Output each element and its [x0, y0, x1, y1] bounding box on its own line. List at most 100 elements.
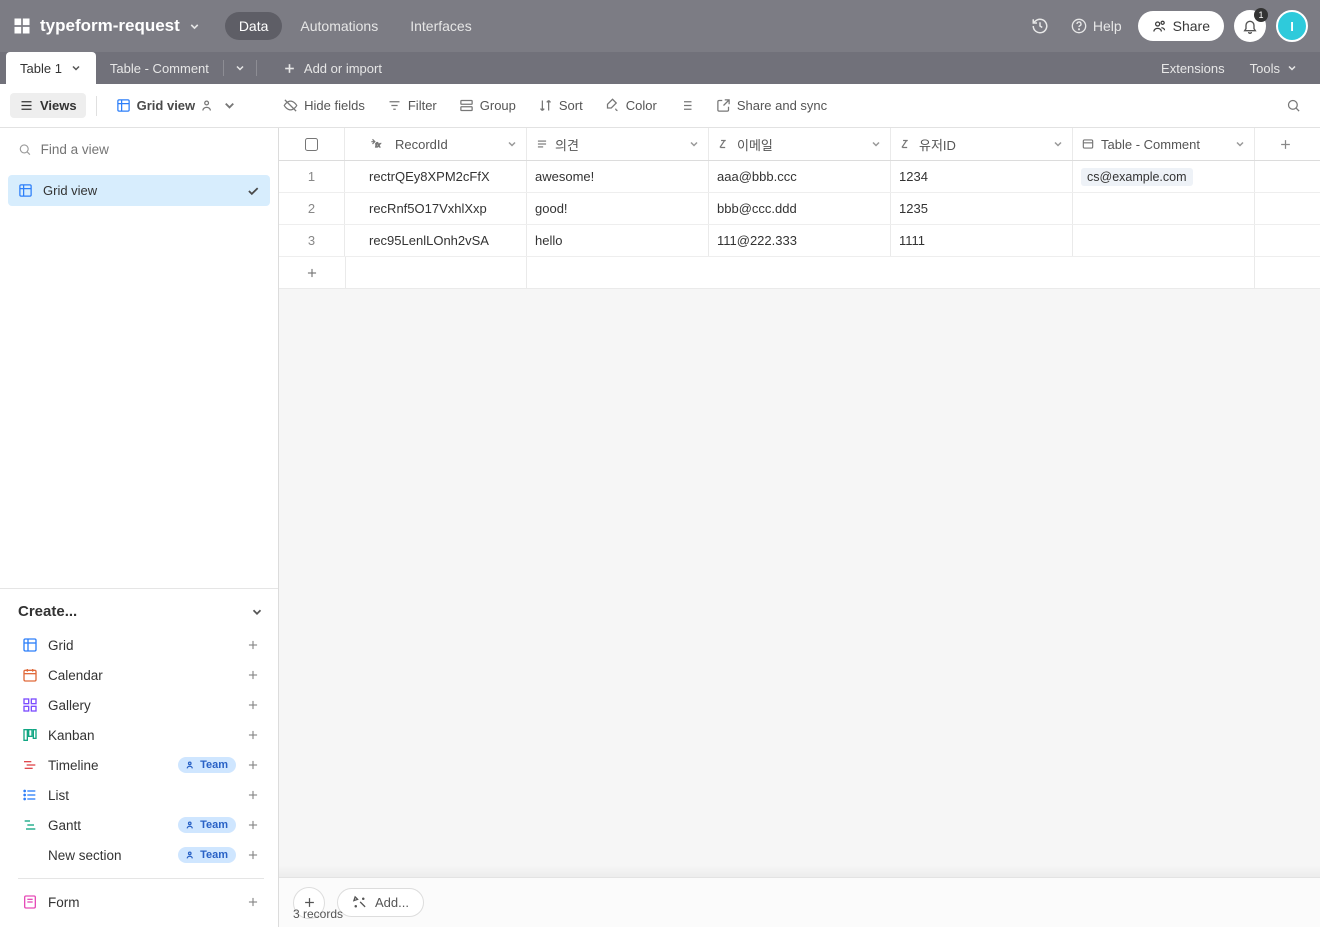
cell-comment[interactable] [1073, 193, 1255, 224]
svg-text:fx: fx [375, 142, 381, 149]
grid-icon [22, 637, 38, 653]
cell-userid[interactable]: 1234 [891, 161, 1073, 192]
views-sidebar: Grid view Create... GridCalendarGalleryK… [0, 128, 279, 927]
column-header-opinion[interactable]: 의견 [527, 128, 709, 160]
timeline-icon [22, 757, 38, 773]
cell-recordid[interactable]: rectrQEy8XPM2cFfX [345, 161, 527, 192]
add-menu-button[interactable]: Add... [337, 888, 424, 917]
base-name[interactable]: typeform-request [40, 16, 180, 36]
search-button[interactable] [1277, 93, 1310, 118]
cell-comment[interactable] [1073, 225, 1255, 256]
table-tab-active[interactable]: Table 1 [6, 52, 96, 84]
team-badge: Team [178, 817, 236, 833]
cell-opinion[interactable]: awesome! [527, 161, 709, 192]
form-icon [22, 894, 38, 910]
history-icon[interactable] [1025, 13, 1055, 39]
table-row[interactable]: 1rectrQEy8XPM2cFfXawesome!aaa@bbb.ccc123… [279, 161, 1320, 193]
chevron-down-icon [250, 605, 264, 619]
nav-tab-interfaces[interactable]: Interfaces [396, 12, 485, 40]
cell-opinion[interactable]: hello [527, 225, 709, 256]
app-header: typeform-request Data Automations Interf… [0, 0, 1320, 52]
plus-icon[interactable] [246, 895, 260, 909]
row-number[interactable]: 2 [279, 193, 345, 224]
filter-button[interactable]: Filter [378, 93, 446, 118]
grid-footer: Add... [279, 877, 1320, 927]
plus-icon[interactable] [246, 818, 260, 832]
sidebar-view-item[interactable]: Grid view [8, 175, 270, 206]
cell-recordid[interactable]: recRnf5O17VxhlXxp [345, 193, 527, 224]
help-button[interactable]: Help [1065, 14, 1128, 38]
extensions-button[interactable]: Extensions [1149, 61, 1237, 76]
cell-userid[interactable]: 1111 [891, 225, 1073, 256]
create-view-section: Create... GridCalendarGalleryKanbanTimel… [0, 588, 278, 927]
create-grid-row[interactable]: Grid [18, 630, 264, 660]
find-view-input[interactable] [0, 128, 278, 171]
cell-comment[interactable]: cs@example.com [1073, 161, 1255, 192]
column-header-email[interactable]: 이메일 [709, 128, 891, 160]
notification-badge: 1 [1254, 8, 1268, 22]
create-kanban-row[interactable]: Kanban [18, 720, 264, 750]
create-list-row[interactable]: List [18, 780, 264, 810]
cell-opinion[interactable]: good! [527, 193, 709, 224]
create-section-row[interactable]: New sectionTeam [18, 840, 264, 870]
column-header-userid[interactable]: 유저ID [891, 128, 1073, 160]
cell-email[interactable]: bbb@ccc.ddd [709, 193, 891, 224]
current-view-button[interactable]: Grid view [107, 93, 247, 118]
add-column-button[interactable] [1255, 128, 1315, 160]
row-number[interactable]: 1 [279, 161, 345, 192]
create-timeline-row[interactable]: TimelineTeam [18, 750, 264, 780]
cell-userid[interactable]: 1235 [891, 193, 1073, 224]
table-tab-more[interactable] [224, 52, 256, 84]
nav-tab-data[interactable]: Data [225, 12, 283, 40]
select-all-checkbox[interactable] [279, 128, 345, 160]
add-or-import-button[interactable]: Add or import [269, 52, 396, 84]
view-toolbar: Views Grid view Hide fields Filter Group… [0, 84, 1320, 128]
nav-tab-automations[interactable]: Automations [286, 12, 392, 40]
find-view-field[interactable] [41, 142, 260, 157]
share-button[interactable]: Share [1138, 11, 1224, 41]
cell-recordid[interactable]: rec95LenlLOnh2vSA [345, 225, 527, 256]
calendar-icon [22, 667, 38, 683]
grid-header-row: fx RecordId 의견 이메일 유저ID Table - [279, 128, 1320, 161]
list-icon [22, 787, 38, 803]
sort-button[interactable]: Sort [529, 93, 592, 118]
plus-icon[interactable] [246, 698, 260, 712]
group-button[interactable]: Group [450, 93, 525, 118]
base-logo-icon [12, 16, 32, 36]
gallery-icon [22, 697, 38, 713]
color-button[interactable]: Color [596, 93, 666, 118]
create-header[interactable]: Create... [18, 603, 264, 620]
notifications-button[interactable]: 1 [1234, 10, 1266, 42]
team-badge: Team [178, 757, 236, 773]
row-number[interactable]: 3 [279, 225, 345, 256]
tables-bar: Table 1 Table - Comment Add or import Ex… [0, 52, 1320, 84]
plus-icon[interactable] [246, 848, 260, 862]
cell-email[interactable]: 111@222.333 [709, 225, 891, 256]
column-header-recordid[interactable]: fx RecordId [345, 128, 527, 160]
plus-icon [305, 266, 319, 280]
table-tab[interactable]: Table - Comment [96, 52, 223, 84]
record-count: 3 records [293, 907, 343, 921]
tools-button[interactable]: Tools [1238, 61, 1310, 76]
user-avatar[interactable]: I [1276, 10, 1308, 42]
create-calendar-row[interactable]: Calendar [18, 660, 264, 690]
create-form-row[interactable]: Form [18, 887, 264, 917]
share-sync-button[interactable]: Share and sync [707, 93, 836, 118]
table-row[interactable]: 2recRnf5O17VxhlXxpgood!bbb@ccc.ddd1235 [279, 193, 1320, 225]
plus-icon[interactable] [246, 728, 260, 742]
cell-email[interactable]: aaa@bbb.ccc [709, 161, 891, 192]
table-row[interactable]: 3rec95LenlLOnh2vSAhello111@222.3331111 [279, 225, 1320, 257]
plus-icon[interactable] [246, 668, 260, 682]
gantt-icon [22, 817, 38, 833]
row-height-button[interactable] [670, 93, 703, 118]
create-gantt-row[interactable]: GanttTeam [18, 810, 264, 840]
views-button[interactable]: Views [10, 93, 86, 118]
chevron-down-icon[interactable] [188, 20, 201, 33]
hide-fields-button[interactable]: Hide fields [274, 93, 374, 118]
column-header-comment[interactable]: Table - Comment [1073, 128, 1255, 160]
create-gallery-row[interactable]: Gallery [18, 690, 264, 720]
plus-icon[interactable] [246, 788, 260, 802]
plus-icon[interactable] [246, 638, 260, 652]
plus-icon[interactable] [246, 758, 260, 772]
add-row-inline[interactable] [279, 257, 1320, 289]
